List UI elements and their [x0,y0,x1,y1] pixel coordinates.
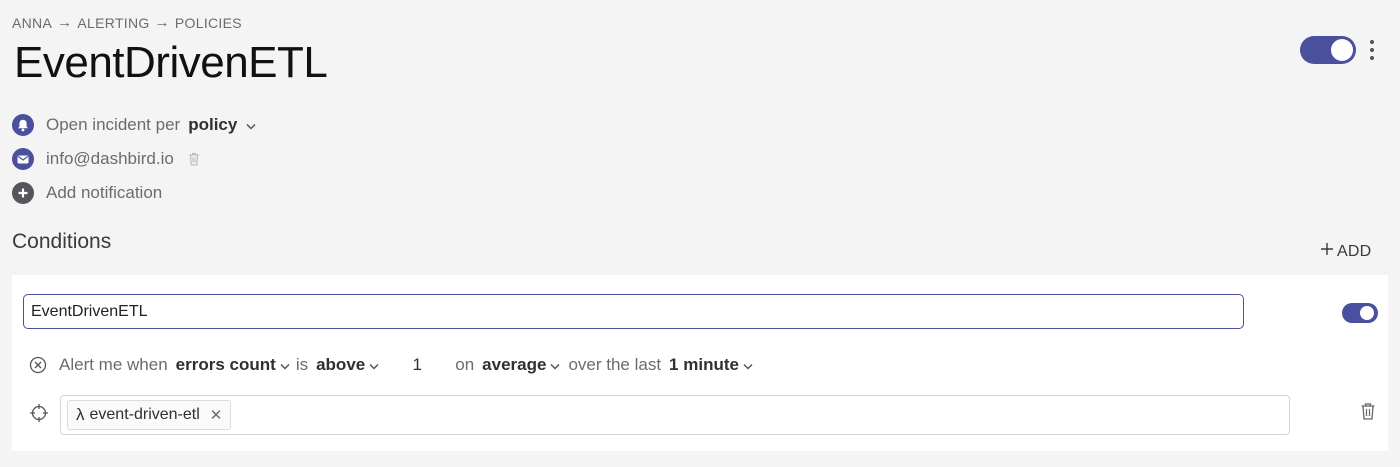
breadcrumb-arrow-icon: → [57,14,73,31]
remove-target-close-icon[interactable]: ✕ [210,406,223,424]
remove-rule-x-circle-icon[interactable] [29,356,47,374]
incident-mode-value: policy [188,115,238,134]
condition-enabled-toggle[interactable] [1342,303,1378,323]
is-label: is [295,355,309,374]
comparator-dropdown[interactable]: above [316,355,379,375]
over-the-last-label: over the last [568,355,662,374]
incident-mode-row: Open incident per policy [12,114,256,136]
breadcrumb: ANNA → ALERTING → POLICIES [12,14,242,31]
toggle-knob [1360,306,1374,320]
delete-email-trash-icon[interactable] [188,152,200,166]
window-dropdown[interactable]: 1 minute [669,355,753,375]
conditions-heading: Conditions [12,230,112,253]
condition-rule-row: Alert me when errors count is above on [29,353,753,377]
lambda-icon: λ [76,405,85,424]
plus-icon [1320,242,1334,261]
aggregation-dropdown[interactable]: average [482,355,560,375]
target-resources-input[interactable]: λ event-driven-etl ✕ [60,395,1290,435]
chevron-down-icon [743,355,753,375]
plus-circle-icon [12,182,34,204]
metric-dropdown[interactable]: errors count [176,355,290,375]
aggregation-value: average [482,355,547,374]
breadcrumb-arrow-icon: → [154,14,170,31]
envelope-icon [12,148,34,170]
comparator-value: above [316,355,366,374]
breadcrumb-item-alerting[interactable]: ALERTING [77,15,149,31]
window-value: 1 minute [669,355,739,374]
policy-page: ANNA → ALERTING → POLICIES EventDrivenET… [0,0,1400,467]
page-title: EventDrivenETL [14,38,328,87]
policy-enabled-toggle[interactable] [1300,36,1356,64]
breadcrumb-item-policies[interactable]: POLICIES [175,15,242,31]
email-address: info@dashbird.io [46,149,174,168]
on-label: on [455,355,475,374]
condition-name-input[interactable] [23,294,1244,329]
target-chip-label: event-driven-etl [89,406,200,423]
chevron-down-icon [550,355,560,375]
chevron-down-icon [246,115,256,135]
target-chip: λ event-driven-etl ✕ [67,400,232,430]
condition-card: Alert me when errors count is above on [12,275,1388,451]
breadcrumb-item-anna[interactable]: ANNA [12,15,52,31]
add-condition-button[interactable]: ADD [1320,242,1371,261]
chevron-down-icon [369,355,379,375]
add-notification-label: Add notification [46,183,163,202]
delete-condition-trash-icon[interactable] [1360,402,1376,420]
crosshair-icon [29,403,49,423]
incident-mode-label: Open incident per [46,115,181,134]
chevron-down-icon [280,355,290,375]
email-notification-row: info@dashbird.io [12,148,200,170]
metric-value: errors count [175,355,276,374]
toggle-knob [1331,39,1353,61]
add-notification-button[interactable]: Add notification [12,182,162,204]
threshold-input[interactable] [391,355,444,375]
more-options-icon[interactable] [1364,38,1380,62]
bell-icon [12,114,34,136]
add-condition-label: ADD [1337,242,1372,260]
incident-mode-dropdown[interactable]: policy [188,115,256,135]
rule-prefix-label: Alert me when [59,355,168,374]
